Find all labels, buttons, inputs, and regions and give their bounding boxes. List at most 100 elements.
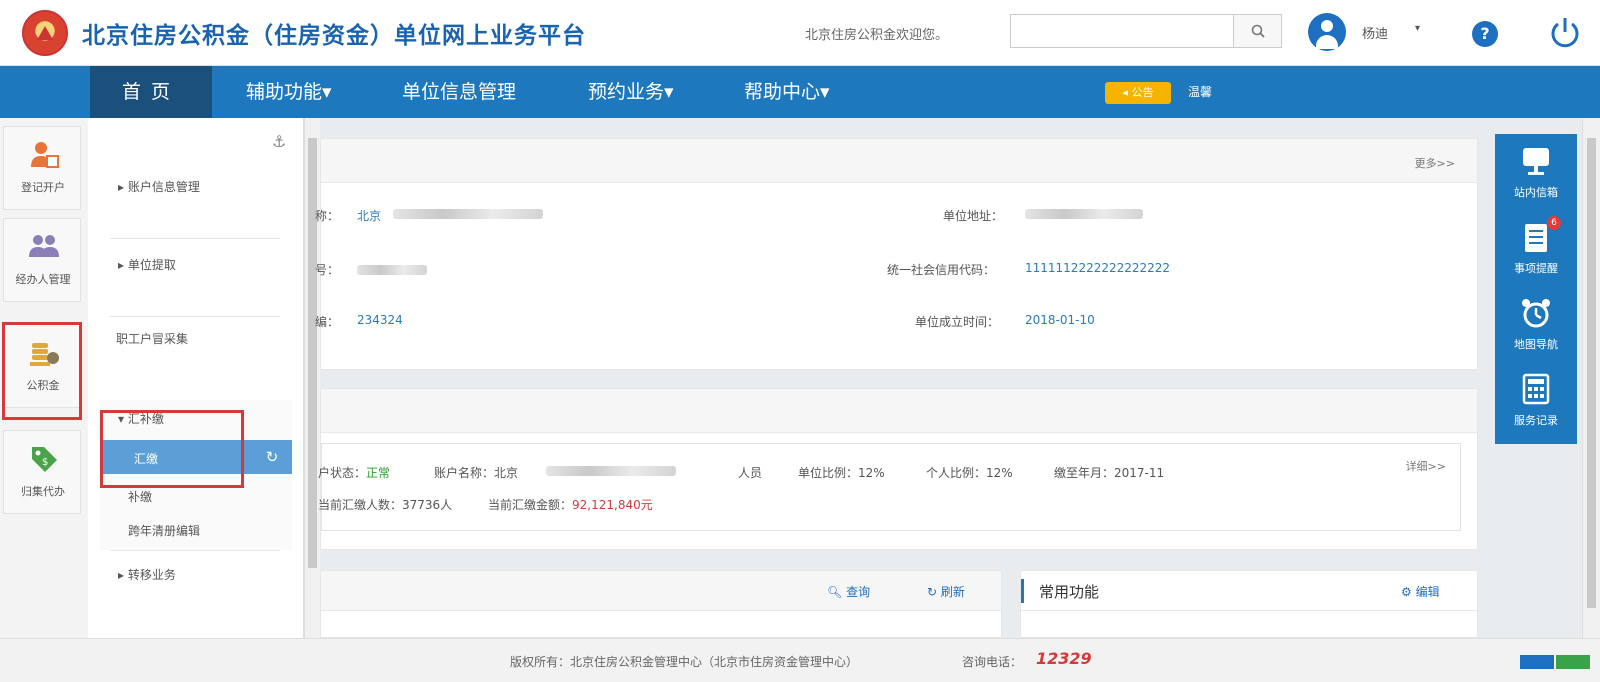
hotline-number: 12329	[1036, 649, 1092, 668]
user-name[interactable]: 杨迪	[1362, 23, 1388, 42]
submenu-item-crossyear[interactable]: 跨年清册编辑	[128, 522, 200, 539]
leftbar-item-operator[interactable]: 经办人管理	[3, 218, 81, 302]
leftbar-item-register[interactable]: 登记开户	[3, 126, 81, 210]
nav-unit-info[interactable]: 单位信息管理	[402, 66, 516, 118]
established-date-value: 2018-01-10	[1025, 313, 1095, 327]
rp-item-mailbox[interactable]: 站内信箱	[1495, 138, 1577, 214]
refresh-icon[interactable]: ↻	[258, 444, 286, 470]
more-link[interactable]: 更多>>	[1415, 155, 1455, 171]
current-amount: 当前汇缴金额：92,121,840元	[488, 498, 653, 512]
right-float-panel: 站内信箱 6 事项提醒 地图导航 服务记录	[1495, 134, 1577, 444]
user-avatar-icon[interactable]	[1308, 13, 1346, 51]
redacted-text	[357, 265, 427, 275]
copyright-text: 版权所有：北京住房公积金管理中心（北京市住房资金管理中心）	[510, 655, 859, 669]
submenu-item-supplement[interactable]: 补缴	[128, 488, 152, 505]
footer-blue-button[interactable]	[1520, 655, 1554, 669]
register-icon	[31, 142, 59, 168]
info-label: 单位成立时间：	[915, 315, 1000, 329]
notice-badge[interactable]: ◂ 公告	[1105, 82, 1171, 104]
unit-ratio: 单位比例：12%	[798, 466, 885, 480]
info-label: 编：	[315, 315, 340, 329]
card-header: 常用功能 ⚙ 编辑	[1021, 571, 1477, 611]
card-header: 更多>>	[321, 139, 1477, 183]
sub-menu: ⚓ ▸ 账户信息管理 ▸ 单位提取 职工户冒采集 ▾ 汇补缴 汇缴 ↻ 补缴 跨…	[88, 118, 304, 638]
search-button[interactable]	[1233, 15, 1281, 47]
power-icon[interactable]	[1546, 14, 1584, 52]
nav-help[interactable]: 帮助中心▾	[744, 66, 830, 118]
app-title: 北京住房公积金（住房资金）单位网上业务平台	[82, 23, 586, 49]
scrollbar-thumb[interactable]	[1587, 138, 1596, 608]
rp-item-records[interactable]: 服务记录	[1495, 366, 1577, 442]
alarm-clock-icon	[1522, 299, 1550, 328]
footer: 版权所有：北京住房公积金管理中心（北京市住房资金管理中心） 咨询电话： 1232…	[0, 638, 1600, 682]
submenu-item-account[interactable]: ▸ 账户信息管理	[118, 178, 200, 195]
unit-info-card: 更多>> 称： 北京 号： 编： 234324 单位地址： 统一社会信用代码： …	[315, 138, 1478, 370]
common-functions-title: 常用功能	[1039, 583, 1100, 601]
leftbar-label: 经办人管理	[15, 273, 71, 286]
leftbar-label: 登记开户	[21, 181, 65, 194]
submenu-item-withdraw[interactable]: ▸ 单位提取	[118, 256, 176, 273]
nav-appointment[interactable]: 预约业务▾	[588, 66, 674, 118]
app-header: 北京住房公积金（住房资金）单位网上业务平台 北京住房公积金欢迎您。 杨迪 ▾ ?	[0, 0, 1600, 66]
chevron-down-icon[interactable]: ▾	[1415, 23, 1420, 34]
accent-bar	[1021, 579, 1024, 603]
help-icon[interactable]: ?	[1472, 21, 1498, 47]
query-button[interactable]: 🔍︎ 查询	[827, 583, 870, 600]
logo-icon	[22, 10, 68, 56]
search-input[interactable]	[1011, 15, 1233, 47]
info-label: 称：	[315, 209, 340, 223]
redacted-text	[546, 466, 676, 476]
edit-button[interactable]: ⚙ 编辑	[1401, 583, 1440, 600]
paid-until: 缴至年月：2017-11	[1054, 466, 1165, 480]
common-functions-card: 常用功能 ⚙ 编辑	[1020, 570, 1478, 638]
highlight-frame	[2, 322, 82, 420]
gear-icon: ⚙	[1401, 585, 1412, 599]
submenu-item-collect[interactable]: 职工户冒采集	[116, 330, 188, 347]
refresh-icon: ↻	[927, 585, 938, 599]
submenu-item-transfer[interactable]: ▸ 转移业务	[118, 566, 176, 583]
nav-home[interactable]: 首页	[90, 66, 212, 118]
info-label: 号：	[315, 263, 340, 277]
monitor-icon	[1523, 148, 1549, 175]
scrollbar-thumb[interactable]	[308, 138, 317, 568]
info-label: 统一社会信用代码：	[887, 263, 996, 277]
detail-link[interactable]: 详细>>	[1406, 458, 1446, 474]
card-header: 🔍︎ 查询 ↻ 刷新	[321, 571, 1001, 611]
search-box	[1010, 14, 1282, 48]
welcome-text: 北京住房公积金欢迎您。	[805, 28, 949, 43]
query-card: 🔍︎ 查询 ↻ 刷新	[320, 570, 1002, 638]
refresh-button[interactable]: ↻ 刷新	[927, 583, 965, 600]
highlight-frame	[100, 410, 244, 488]
account-summary-box: 详细>> 户状态：正常 账户名称：北京 人员 单位比例：12% 个人比例：12%…	[318, 443, 1461, 531]
card-header	[321, 389, 1477, 433]
notice-text[interactable]: 温馨	[1188, 83, 1212, 100]
leftbar-label: 归集代办	[21, 485, 65, 498]
unit-name-value: 北京	[357, 209, 382, 223]
main-scrollbar[interactable]	[1582, 118, 1600, 638]
redacted-text	[1025, 209, 1143, 219]
personnel-label: 人员	[738, 466, 763, 480]
users-icon	[29, 235, 59, 257]
credit-code-value: 1111112222222222222	[1025, 261, 1171, 275]
submenu-scrollbar[interactable]	[304, 118, 320, 638]
main-nav: 首页 辅助功能▾ 单位信息管理 预约业务▾ 帮助中心▾ ◂ 公告 温馨	[0, 66, 1600, 118]
leftbar-item-collect[interactable]: $ 归集代办	[3, 430, 81, 514]
calculator-icon	[1522, 373, 1550, 405]
redacted-text	[393, 209, 543, 219]
unit-code-value: 234324	[357, 313, 403, 327]
divider	[110, 316, 280, 317]
current-count: 当前汇缴人数：37736人	[318, 498, 453, 512]
divider	[110, 550, 280, 551]
personal-ratio: 个人比例：12%	[926, 466, 1013, 480]
search-icon	[1251, 24, 1265, 38]
account-status: 户状态：正常	[318, 466, 391, 480]
rp-item-map[interactable]: 地图导航	[1495, 290, 1577, 366]
nav-assist[interactable]: 辅助功能▾	[246, 66, 332, 118]
hotline-label: 咨询电话：	[962, 655, 1023, 669]
account-name: 账户名称：北京	[434, 466, 519, 480]
info-label: 单位地址：	[943, 209, 1004, 223]
anchor-icon[interactable]: ⚓	[272, 132, 286, 151]
footer-green-button[interactable]	[1556, 655, 1590, 669]
notification-badge: 6	[1547, 216, 1561, 230]
rp-item-reminder[interactable]: 6 事项提醒	[1495, 214, 1577, 290]
